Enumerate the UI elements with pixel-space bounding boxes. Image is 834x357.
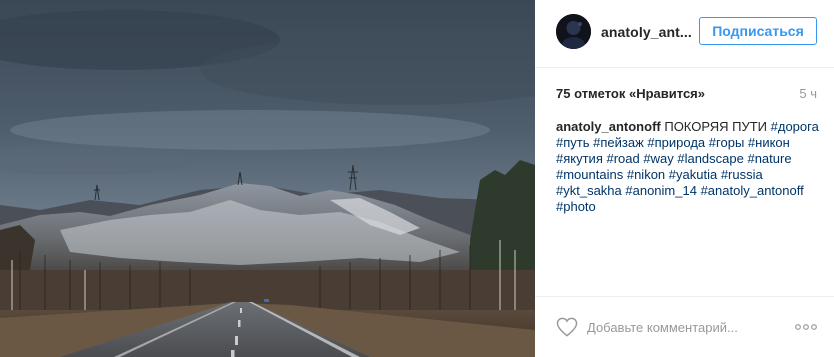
more-options-icon[interactable] <box>795 323 817 331</box>
hashtag-link[interactable]: #дорога <box>771 119 819 134</box>
caption-text: ПОКОРЯЯ ПУТИ <box>660 119 768 134</box>
hashtag-link[interactable]: #way <box>643 151 673 166</box>
hashtag-link[interactable]: #природа <box>647 135 705 150</box>
likes-count[interactable]: 75 отметок «Нравится» <box>556 86 705 101</box>
hashtag-link[interactable]: #горы <box>709 135 745 150</box>
caption-author[interactable]: anatoly_antonoff <box>556 119 661 134</box>
hashtag-link[interactable]: #никон <box>748 135 790 150</box>
post-header: anatoly_ant... Подписаться <box>535 0 834 68</box>
hashtag-link[interactable]: #nikon <box>627 167 665 182</box>
hashtag-link[interactable]: #yakutia <box>669 167 717 182</box>
hashtag-link[interactable]: #пейзаж <box>593 135 644 150</box>
heart-icon[interactable] <box>556 317 578 337</box>
hashtag-link[interactable]: #road <box>606 151 639 166</box>
instagram-post: anatoly_ant... Подписаться 75 отметок «Н… <box>0 0 834 357</box>
comment-input[interactable] <box>587 318 767 336</box>
avatar-image <box>556 14 591 49</box>
post-photo[interactable] <box>0 0 535 357</box>
landscape-photo <box>0 0 535 357</box>
comment-bar <box>535 296 834 357</box>
hashtag-link[interactable]: #путь <box>556 135 590 150</box>
avatar[interactable] <box>556 14 591 49</box>
follow-button[interactable]: Подписаться <box>699 17 817 45</box>
hashtag-link[interactable]: #photo <box>556 199 596 214</box>
hashtag-link[interactable]: #якутия <box>556 151 603 166</box>
hashtag-link[interactable]: #russia <box>721 167 763 182</box>
hashtag-link[interactable]: #landscape <box>677 151 744 166</box>
hashtag-link[interactable]: #anonim_14 <box>625 183 697 198</box>
username[interactable]: anatoly_ant... <box>601 24 692 40</box>
post-time[interactable]: 5 ч <box>799 86 817 101</box>
post-caption: anatoly_antonoff ПОКОРЯЯ ПУТИ #дорога #п… <box>556 119 826 215</box>
hashtag-link[interactable]: #anatoly_antonoff <box>701 183 804 198</box>
hashtag-link[interactable]: #ykt_sakha <box>556 183 622 198</box>
post-sidebar: anatoly_ant... Подписаться 75 отметок «Н… <box>535 0 834 357</box>
hashtag-link[interactable]: #mountains <box>556 167 623 182</box>
hashtag-link[interactable]: #nature <box>747 151 791 166</box>
